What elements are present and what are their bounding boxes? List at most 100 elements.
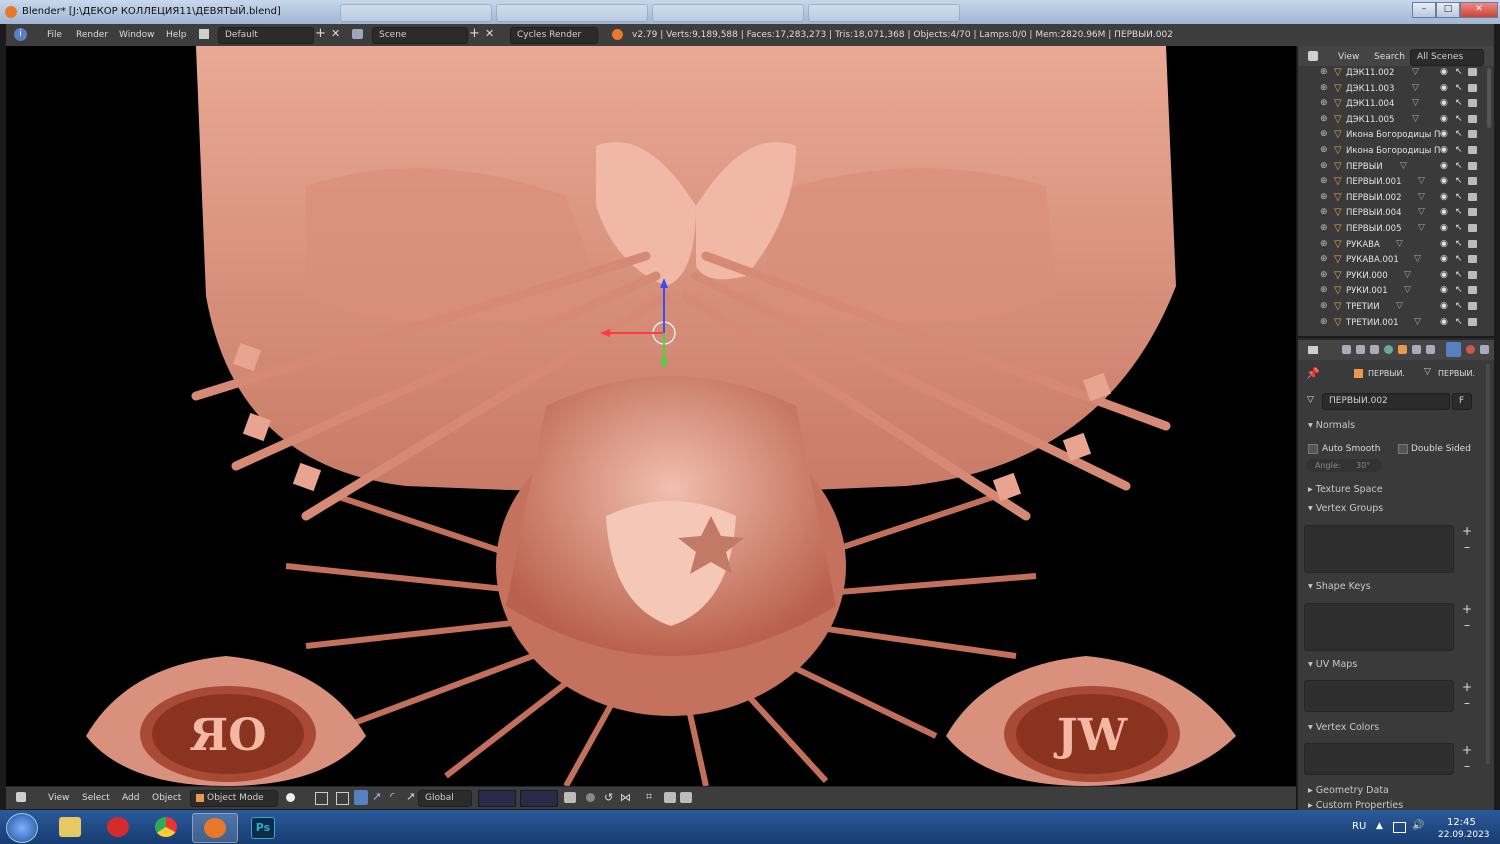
pin-icon[interactable]: 📌 (1306, 367, 1320, 380)
outliner-row[interactable]: ⊕ ▽ ПЕРВЫИ ▽ ◉ ↖ (1298, 160, 1488, 175)
volume-icon[interactable]: 🔊 (1412, 820, 1424, 831)
camera-icon[interactable] (1468, 192, 1477, 201)
add-shape-key-button[interactable]: + (1460, 602, 1474, 616)
outliner-row[interactable]: ⊕ ▽ ДЭК11.005 ▽ ◉ ↖ (1298, 113, 1488, 128)
expand-icon[interactable]: ⊕ (1320, 223, 1328, 233)
expand-icon[interactable]: ⊕ (1320, 270, 1328, 280)
normals-panel-header[interactable]: ▾ Normals (1308, 420, 1355, 431)
shape-keys-panel-header[interactable]: ▾ Shape Keys (1308, 581, 1371, 592)
expand-icon[interactable]: ⊕ (1320, 176, 1328, 186)
render-animation-icon[interactable] (680, 792, 692, 803)
3d-viewport[interactable]: ЯO JW (6, 46, 1296, 786)
eye-icon[interactable]: ◉ (1440, 98, 1448, 108)
cursor-icon[interactable]: ↖ (1455, 239, 1463, 249)
geometry-data-panel-header[interactable]: ▸ Geometry Data (1308, 785, 1389, 796)
layer-buttons[interactable] (520, 790, 558, 807)
language-indicator[interactable]: RU (1352, 821, 1366, 832)
rotate-manipulator-icon[interactable]: ↗ (372, 790, 381, 803)
expand-icon[interactable]: ⊕ (1320, 114, 1328, 124)
outliner-display-select[interactable]: All Scenes (1410, 49, 1484, 66)
background-tab[interactable] (808, 4, 960, 22)
eye-icon[interactable]: ◉ (1440, 161, 1448, 171)
vertex-groups-list[interactable] (1304, 525, 1454, 573)
vertex-groups-panel-header[interactable]: ▾ Vertex Groups (1308, 503, 1383, 514)
camera-icon[interactable] (1468, 302, 1477, 310)
menu-help[interactable]: Help (166, 30, 187, 40)
uv-maps-list[interactable] (1304, 680, 1454, 712)
eye-icon[interactable]: ◉ (1440, 239, 1448, 249)
snap-target-icon[interactable]: ⌗ (646, 790, 652, 804)
eye-icon[interactable]: ◉ (1440, 114, 1448, 124)
camera-icon[interactable] (1468, 161, 1477, 170)
outliner-row[interactable]: ⊕ ▽ ТРЕТИИ ▽ ◉ ↖ (1298, 300, 1488, 315)
cursor-icon[interactable]: ↖ (1455, 254, 1463, 264)
select-menu[interactable]: Select (82, 793, 110, 803)
mesh-data-tab-icon[interactable] (1446, 342, 1461, 357)
camera-icon[interactable] (1468, 208, 1477, 217)
start-button[interactable] (6, 813, 38, 843)
vertex-colors-list[interactable] (1304, 743, 1454, 775)
outliner-row[interactable]: ⊕ ▽ ДЭК11.002 ▽ ◉ ↖ (1298, 66, 1488, 81)
render-preview-icon[interactable] (664, 792, 676, 803)
outliner-search-menu[interactable]: Search (1374, 52, 1405, 62)
remove-vertex-group-button[interactable]: – (1460, 540, 1474, 554)
remove-uv-map-button[interactable]: – (1460, 696, 1474, 710)
material-tab-icon[interactable] (1466, 345, 1475, 354)
expand-icon[interactable]: ⊕ (1320, 161, 1328, 171)
menu-window[interactable]: Window (119, 30, 155, 40)
clock-date[interactable]: 22.09.2023 (1438, 830, 1490, 840)
eye-icon[interactable]: ◉ (1440, 129, 1448, 139)
chrome-taskbar-button[interactable] (144, 813, 188, 841)
menu-file[interactable]: File (47, 30, 62, 40)
explorer-taskbar-button[interactable] (48, 813, 92, 841)
opera-taskbar-button[interactable] (96, 813, 140, 841)
expand-icon[interactable]: ⊕ (1320, 83, 1328, 93)
eye-icon[interactable]: ◉ (1440, 223, 1448, 233)
cursor-icon[interactable]: ↖ (1455, 114, 1463, 124)
snap-icon[interactable]: ⋈ (620, 791, 631, 804)
cursor-icon[interactable]: ↖ (1455, 317, 1463, 327)
auto-smooth-checkbox[interactable] (1308, 444, 1318, 454)
outliner-scrollbar[interactable] (1487, 68, 1491, 128)
blender-taskbar-button[interactable] (192, 813, 238, 843)
scene-icon[interactable] (352, 29, 363, 39)
proportional-edit-icon[interactable] (586, 793, 595, 802)
outliner-row[interactable]: ⊕ ▽ ПЕРВЫИ.005 ▽ ◉ ↖ (1298, 222, 1488, 237)
background-tab[interactable] (496, 4, 648, 22)
expand-icon[interactable]: ⊕ (1320, 301, 1328, 311)
editor-type-icon[interactable] (16, 792, 26, 802)
properties-editor-icon[interactable] (1308, 346, 1318, 354)
constraints-tab-icon[interactable] (1412, 345, 1421, 354)
layer-buttons[interactable] (478, 790, 516, 807)
outliner-row[interactable]: ⊕ ▽ РУКИ.001 ▽ ◉ ↖ (1298, 284, 1488, 299)
outliner-row[interactable]: ⊕ ▽ Икона Богородицы П ◉ ↖ (1298, 128, 1488, 143)
background-tab[interactable] (340, 4, 492, 22)
cursor-icon[interactable]: ↖ (1455, 270, 1463, 280)
add-layout-icon[interactable]: + (315, 26, 326, 41)
double-sided-checkbox[interactable] (1398, 444, 1408, 454)
add-vertex-group-button[interactable]: + (1460, 524, 1474, 538)
vertex-colors-panel-header[interactable]: ▾ Vertex Colors (1308, 722, 1379, 733)
eye-icon[interactable]: ◉ (1440, 192, 1448, 202)
remove-layout-icon[interactable]: ✕ (331, 27, 340, 40)
mesh-browse-icon[interactable]: ▽ (1307, 395, 1314, 405)
mesh-name-field[interactable]: ПЕРВЫИ.002 (1322, 393, 1450, 410)
orientation-select[interactable]: Global (418, 790, 472, 807)
outliner-row[interactable]: ⊕ ▽ Икона Богородицы П ◉ ↖ (1298, 144, 1488, 159)
camera-icon[interactable] (1468, 114, 1477, 123)
manipulator-icon[interactable] (336, 792, 349, 805)
eye-icon[interactable]: ◉ (1440, 176, 1448, 186)
camera-icon[interactable] (1468, 270, 1477, 279)
eye-icon[interactable]: ◉ (1440, 270, 1448, 280)
object-menu[interactable]: Object (152, 793, 181, 803)
outliner-row[interactable]: ⊕ ▽ ТРЕТИИ.001 ▽ ◉ ↖ (1298, 316, 1488, 331)
cursor-icon[interactable]: ↖ (1455, 145, 1463, 155)
menu-render[interactable]: Render (76, 30, 108, 40)
cursor-icon[interactable]: ↖ (1455, 98, 1463, 108)
camera-icon[interactable] (1468, 286, 1477, 295)
pivot-icon[interactable] (315, 792, 328, 805)
render-tab-icon[interactable] (1342, 345, 1351, 354)
scale-manipulator-icon[interactable]: ◜ (390, 790, 394, 803)
camera-icon[interactable] (1468, 224, 1477, 232)
outliner-row[interactable]: ⊕ ▽ РУКАВА.001 ▽ ◉ ↖ (1298, 253, 1488, 268)
